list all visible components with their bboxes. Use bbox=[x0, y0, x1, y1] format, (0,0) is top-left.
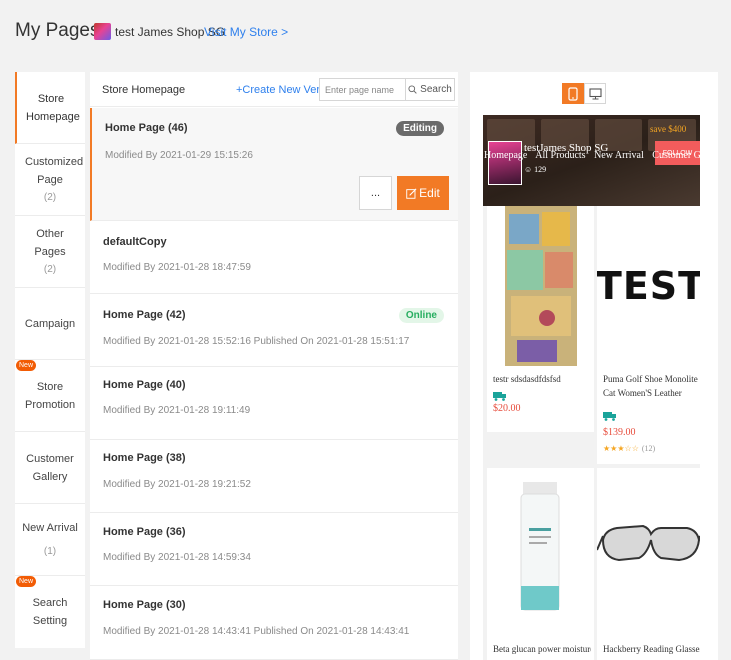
page-list-item[interactable]: defaultCopy Modified By 2021-01-28 18:47… bbox=[90, 221, 458, 294]
free-shipping-icon bbox=[603, 412, 616, 421]
product-name: Hackberry Reading Glasses bbox=[603, 644, 700, 654]
shop-avatar bbox=[488, 141, 522, 185]
store-nav-new-arrival[interactable]: New Arrival bbox=[594, 150, 644, 161]
product-rating: ★★★☆☆ (12) bbox=[603, 444, 655, 453]
sidebar: Store Homepage Customized Page (2) Other… bbox=[15, 72, 85, 648]
sidebar-item-other-pages[interactable]: Other Pages (2) bbox=[15, 216, 85, 288]
page-search-input[interactable] bbox=[319, 78, 406, 101]
sidebar-item-label: Store Homepage bbox=[26, 92, 80, 123]
sidebar-item-label: Store Promotion bbox=[25, 380, 76, 411]
sidebar-item-customer-gallery[interactable]: Customer Gallery bbox=[15, 432, 85, 504]
store-nav-homepage[interactable]: Homepage bbox=[484, 150, 527, 161]
page-item-title: defaultCopy bbox=[103, 236, 167, 248]
sidebar-item-label: Campaign bbox=[24, 317, 76, 330]
product-image bbox=[597, 468, 700, 636]
search-button-label: Search bbox=[420, 84, 452, 95]
pages-panel-title: Store Homepage bbox=[102, 84, 186, 96]
sidebar-item-label: Other Pages bbox=[34, 227, 66, 258]
product-card[interactable]: Beta glucan power moisture s bbox=[487, 468, 594, 660]
page-item-title: Home Page (36) bbox=[103, 526, 186, 538]
follower-count: ☺ 129 bbox=[524, 165, 546, 174]
sidebar-item-label: Search Setting bbox=[32, 597, 68, 627]
pages-panel-header: Store Homepage +Create New Version Searc… bbox=[90, 72, 458, 107]
search-icon bbox=[408, 85, 417, 94]
sidebar-item-label: Customized Page bbox=[25, 155, 84, 186]
status-badge: Online bbox=[398, 308, 444, 323]
page-list-item[interactable]: Home Page (38) Modified By 2021-01-28 19… bbox=[90, 440, 458, 513]
sidebar-item-label: New Arrival bbox=[22, 521, 78, 534]
edit-icon bbox=[406, 188, 417, 199]
product-card-footer: $139.00 ★★★☆☆ (12) bbox=[597, 402, 700, 464]
page-item-meta: Modified By 2021-01-28 18:47:59 bbox=[103, 262, 251, 273]
mobile-view-button[interactable] bbox=[562, 83, 584, 104]
product-image-text: TEST bbox=[597, 264, 700, 308]
banner-sale-text: save $400 bbox=[650, 124, 687, 134]
rating-count: (12) bbox=[641, 444, 656, 453]
product-name: Puma Golf Shoe Monolite Cat Women'S Leat… bbox=[603, 374, 698, 398]
rating-stars: ★★★☆☆ bbox=[603, 444, 639, 453]
search-button[interactable]: Search bbox=[406, 78, 455, 101]
product-price: $139.00 bbox=[603, 427, 636, 438]
device-toggle bbox=[562, 83, 606, 104]
sidebar-item-count: (2) bbox=[43, 191, 57, 203]
page-item-meta: Modified By 2021-01-28 19:11:49 bbox=[103, 405, 251, 416]
edit-button-label: Edit bbox=[419, 186, 440, 200]
page-item-meta: Modified By 2021-01-28 14:43:41 Publishe… bbox=[103, 626, 410, 637]
store-nav: Homepage All Products New Arrival Custom… bbox=[484, 150, 707, 161]
status-badge: Editing bbox=[396, 121, 444, 136]
page-item-title: Home Page (38) bbox=[103, 452, 186, 464]
product-price: $20.00 bbox=[493, 403, 521, 414]
follower-icon: ☺ bbox=[524, 165, 533, 174]
page-item-meta: Modified By 2021-01-28 19:21:52 bbox=[103, 479, 251, 490]
visit-store-link[interactable]: Visit My Store > bbox=[204, 25, 288, 39]
sidebar-item-store-homepage[interactable]: Store Homepage bbox=[15, 72, 85, 144]
page-item-title: Home Page (30) bbox=[103, 599, 186, 611]
store-preview-panel: save $400 testJames Shop SG ☺ 129 FOLLOW… bbox=[470, 72, 718, 660]
sidebar-item-search-setting[interactable]: New Search Setting bbox=[15, 576, 85, 648]
page-list-item[interactable]: Home Page (30) Modified By 2021-01-28 14… bbox=[90, 586, 458, 660]
store-nav-all-products[interactable]: All Products bbox=[535, 150, 585, 161]
page-list-item[interactable]: Home Page (36) Modified By 2021-01-28 14… bbox=[90, 513, 458, 586]
store-avatar bbox=[94, 23, 111, 40]
product-name: Beta glucan power moisture s bbox=[493, 644, 591, 654]
page-item-meta: Modified By 2021-01-28 15:52:16 Publishe… bbox=[103, 336, 410, 347]
sidebar-item-new-arrival[interactable]: New Arrival (1) bbox=[15, 504, 85, 576]
page-header: My Pages test James Shop SG Visit My Sto… bbox=[0, 0, 731, 62]
follower-count-value: 129 bbox=[534, 165, 547, 174]
new-badge: New bbox=[16, 360, 37, 371]
product-name: testr sdsdasdfdsfsd bbox=[493, 374, 561, 384]
product-image: TEST bbox=[597, 206, 700, 366]
sidebar-item-customized-page[interactable]: Customized Page (2) bbox=[15, 144, 85, 216]
sidebar-item-label: Customer Gallery bbox=[26, 452, 74, 483]
sidebar-item-count: (2) bbox=[43, 263, 57, 275]
desktop-view-button[interactable] bbox=[584, 83, 606, 104]
page-list-item[interactable]: Home Page (46) Editing Modified By 2021-… bbox=[90, 108, 458, 221]
page-title: My Pages bbox=[15, 20, 100, 41]
sidebar-item-count: (1) bbox=[43, 545, 57, 557]
page-item-meta: Modified By 2021-01-28 14:59:34 bbox=[103, 552, 251, 563]
page-list-item[interactable]: Home Page (40) Modified By 2021-01-28 19… bbox=[90, 367, 458, 440]
mobile-icon bbox=[568, 86, 578, 101]
product-card[interactable]: Hackberry Reading Glasses bbox=[597, 468, 700, 660]
product-card[interactable]: TEST Puma Golf Shoe Monolite Cat Women'S… bbox=[597, 206, 700, 402]
store-nav-customer-gallery[interactable]: Customer G bbox=[652, 150, 701, 161]
page-item-title: Home Page (46) bbox=[105, 122, 188, 134]
product-image bbox=[487, 468, 594, 636]
more-options-button[interactable]: ... bbox=[359, 176, 392, 210]
pages-panel: Store Homepage +Create New Version Searc… bbox=[90, 72, 458, 660]
page-item-title: Home Page (40) bbox=[103, 379, 186, 391]
page-list-item[interactable]: Home Page (42) Online Modified By 2021-0… bbox=[90, 294, 458, 367]
new-badge: New bbox=[16, 576, 37, 587]
product-grid: testr sdsdasdfdsfsd $20.00 TEST Puma Gol… bbox=[483, 206, 700, 660]
free-shipping-icon bbox=[493, 392, 506, 401]
sidebar-item-campaign[interactable]: Campaign bbox=[15, 288, 85, 360]
product-card[interactable]: testr sdsdasdfdsfsd bbox=[487, 206, 594, 402]
page-item-title: Home Page (42) bbox=[103, 309, 186, 321]
desktop-icon bbox=[588, 87, 602, 99]
edit-button[interactable]: Edit bbox=[397, 176, 449, 210]
product-image bbox=[487, 206, 594, 366]
product-card-footer: $20.00 bbox=[487, 402, 594, 432]
sidebar-item-store-promotion[interactable]: New Store Promotion bbox=[15, 360, 85, 432]
page-item-meta: Modified By 2021-01-29 15:15:26 bbox=[105, 150, 253, 161]
